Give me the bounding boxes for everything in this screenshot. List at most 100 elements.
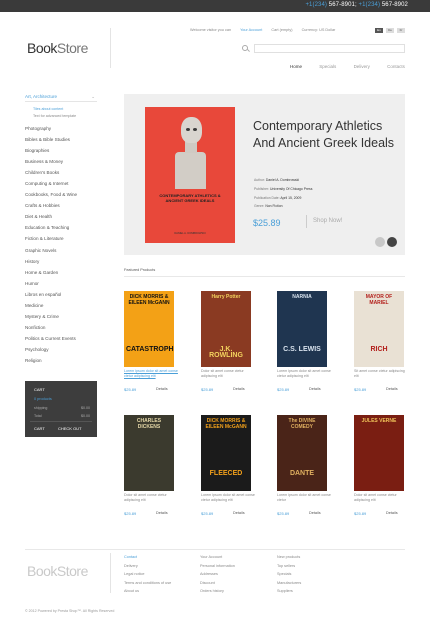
category-item[interactable]: Computing & Internet — [25, 178, 97, 189]
currency-select[interactable]: Currency: US Dollar — [302, 28, 336, 32]
product-description[interactable]: Dolor sit amet conse ctetur adipiscing e… — [354, 493, 409, 508]
product-description[interactable]: Dolor sit amet conse ctetur adipiscing e… — [201, 369, 256, 384]
product-description[interactable]: Dolor sit amet conse ctetur adipiscing e… — [124, 493, 179, 508]
hero-book-cover[interactable]: CONTEMPORARY ATHLETICS & ANCIENT GREEK I… — [145, 107, 235, 243]
cart-link[interactable]: Cart (empty) — [271, 28, 292, 32]
product-card[interactable]: DICK MORRIS & EILEEN McGANN CATASTROPHE Lo… — [124, 291, 186, 393]
category-item[interactable]: Graphic Novels — [25, 245, 97, 256]
checkout-button[interactable]: CHECK OUT — [58, 426, 82, 431]
product-card[interactable]: Harry Potter J.K. ROWLING Dolor sit amet c… — [201, 291, 263, 393]
footer-link[interactable]: Manufacturers — [277, 579, 301, 588]
chevron-down-icon[interactable]: ⌄ — [91, 94, 95, 100]
lang-en[interactable]: En — [375, 28, 383, 33]
category-item[interactable]: Home & Garden — [25, 267, 97, 278]
category-item[interactable]: Business & Money — [25, 156, 97, 167]
category-item[interactable]: Medicine — [25, 300, 97, 311]
footer-link[interactable]: Your Account — [200, 553, 235, 562]
details-button[interactable]: Details — [156, 387, 168, 391]
product-description[interactable]: Lorem ipsum dolor sit amet conse ctetur … — [124, 369, 179, 384]
product-cover[interactable]: DICK MORRIS & EILEEN McGANN FLEECED — [201, 415, 251, 491]
category-item[interactable]: Diet & Health — [25, 211, 97, 222]
slider-pagination — [375, 237, 397, 247]
phone2: 567-8902 — [380, 2, 408, 8]
category-item[interactable]: Fiction & Literature — [25, 233, 97, 244]
product-footer: $25.89 Details — [354, 511, 416, 517]
details-button[interactable]: Details — [233, 511, 245, 515]
product-cover[interactable]: MAYOR OF MARIEL RICH — [354, 291, 404, 367]
product-cover[interactable]: CHARLES DICKENS — [124, 415, 174, 491]
product-card[interactable]: JULES VERNE Dolor sit amet conse ctetur a… — [354, 415, 416, 517]
slider-dot-active[interactable] — [387, 237, 397, 247]
lang-de[interactable]: De — [386, 28, 394, 33]
details-button[interactable]: Details — [309, 511, 321, 515]
product-card[interactable]: NARNIA C.S. LEWIS Lorem ipsum dolor sit am… — [277, 291, 339, 393]
cart-button[interactable]: CART — [34, 426, 45, 431]
footer-link[interactable]: Addresses — [200, 570, 235, 579]
subcategory-list: Tiles about content Text for advanced te… — [25, 106, 97, 120]
footer-logo[interactable]: BookStore — [27, 563, 88, 579]
footer-link[interactable]: Suppliers — [277, 587, 301, 596]
nav-home[interactable]: Home — [290, 64, 302, 69]
product-cover[interactable]: NARNIA C.S. LEWIS — [277, 291, 327, 367]
shop-now-button[interactable]: Shop Now! — [305, 215, 342, 228]
category-item[interactable]: Nonfiction — [25, 322, 97, 333]
site-logo[interactable]: BookStore — [27, 40, 88, 56]
hero-title[interactable]: Contemporary Athletics And Ancient Greek… — [253, 118, 398, 152]
product-description[interactable]: Lorem ipsum dolor sit amet conse ctetur … — [277, 369, 332, 384]
search-icon[interactable] — [242, 45, 248, 51]
welcome-text: Welcome visitor you can — [190, 28, 232, 32]
category-item[interactable]: Education & Teaching — [25, 222, 97, 233]
category-item[interactable]: Politics & Current Events — [25, 333, 97, 344]
category-item[interactable]: Libros en español — [25, 289, 97, 300]
details-button[interactable]: Details — [309, 387, 321, 391]
lang-fr[interactable]: Fr — [397, 28, 405, 33]
footer-link[interactable]: Contact — [124, 553, 171, 562]
category-item[interactable]: Mystery & Crime — [25, 311, 97, 322]
subcategory-item[interactable]: Text for advanced template — [25, 113, 97, 120]
details-button[interactable]: Details — [386, 511, 398, 515]
subcategory-item[interactable]: Tiles about content — [25, 106, 97, 113]
product-cover[interactable]: The DIVINE COMEDY DANTE — [277, 415, 327, 491]
nav-contacts[interactable]: Contacts — [387, 64, 405, 69]
category-item[interactable]: Biographies — [25, 145, 97, 156]
footer-link[interactable]: Top sellers — [277, 562, 301, 571]
category-item[interactable]: History — [25, 256, 97, 267]
product-cover[interactable]: JULES VERNE — [354, 415, 404, 491]
product-card[interactable]: MAYOR OF MARIEL RICH Sit amet conse ctetur… — [354, 291, 416, 393]
footer-link[interactable]: New products — [277, 553, 301, 562]
product-card[interactable]: DICK MORRIS & EILEEN McGANN FLEECED Lorem … — [201, 415, 263, 517]
category-item[interactable]: Children's Books — [25, 167, 97, 178]
product-card[interactable]: The DIVINE COMEDY DANTE Lorem ipsum dolor … — [277, 415, 339, 517]
footer-link[interactable]: Discount — [200, 579, 235, 588]
category-item[interactable]: Psychology — [25, 344, 97, 355]
category-item[interactable]: Cookbooks, Food & Wine — [25, 189, 97, 200]
footer-link[interactable]: About us — [124, 587, 171, 596]
category-item[interactable]: Photography — [25, 123, 97, 134]
footer-link[interactable]: Terms and conditions of use — [124, 579, 171, 588]
footer-col-information: Contact Delivery Legal notice Terms and … — [124, 553, 171, 596]
product-cover[interactable]: DICK MORRIS & EILEEN McGANN CATASTROPHE — [124, 291, 174, 367]
category-item[interactable]: Bibles & Bible Studies — [25, 134, 97, 145]
product-cover[interactable]: Harry Potter J.K. ROWLING — [201, 291, 251, 367]
product-description[interactable]: Lorem ipsum dolor sit amet conse ctetur — [277, 493, 332, 508]
category-art-architecture[interactable]: Art, Architecture ⌄ — [25, 94, 97, 102]
footer-link[interactable]: Delivery — [124, 562, 171, 571]
product-description[interactable]: Lorem ipsum dolor sit amet conse ctetur … — [201, 493, 256, 508]
search-input[interactable] — [254, 44, 405, 53]
footer-link[interactable]: Specials — [277, 570, 301, 579]
footer-link[interactable]: Legal notice — [124, 570, 171, 579]
nav-delivery[interactable]: Delivery — [354, 64, 370, 69]
category-item[interactable]: Humor — [25, 278, 97, 289]
category-item[interactable]: Crafts & Hobbies — [25, 200, 97, 211]
product-description[interactable]: Sit amet conse ctetur adipiscing elit — [354, 369, 409, 384]
details-button[interactable]: Details — [233, 387, 245, 391]
details-button[interactable]: Details — [386, 387, 398, 391]
footer-link[interactable]: Personal information — [200, 562, 235, 571]
category-item[interactable]: Religion — [25, 355, 97, 366]
nav-specials[interactable]: Specials — [319, 64, 336, 69]
your-account-link[interactable]: Your Account — [240, 28, 262, 32]
details-button[interactable]: Details — [156, 511, 168, 515]
footer-link[interactable]: Orders history — [200, 587, 235, 596]
slider-dot[interactable] — [375, 237, 385, 247]
product-card[interactable]: CHARLES DICKENS Dolor sit amet conse ctet… — [124, 415, 186, 517]
